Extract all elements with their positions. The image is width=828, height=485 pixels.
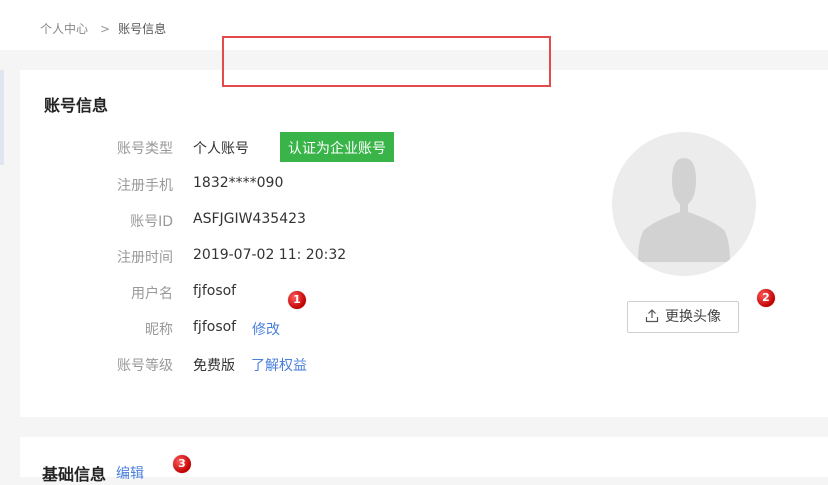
highlight-box xyxy=(222,36,551,87)
account-info-card: 账号信息 账号类型 个人账号 认证为企业账号 注册手机 1832****090 … xyxy=(20,70,828,417)
field-value: fjfosof xyxy=(193,319,237,335)
default-user-icon xyxy=(612,132,756,276)
basic-info-card: 基础信息 编辑 xyxy=(20,437,828,484)
annotation-badge-2: 2 xyxy=(757,289,775,307)
edit-basic-info-link[interactable]: 编辑 xyxy=(116,463,144,483)
field-label: 昵称 xyxy=(145,322,173,338)
breadcrumb-current: 账号信息 xyxy=(118,22,167,36)
annotation-badge-3: 3 xyxy=(173,455,191,473)
sidebar-edge xyxy=(0,70,4,165)
field-label: 账号类型 xyxy=(117,141,173,157)
learn-benefits-link[interactable]: 了解权益 xyxy=(251,355,307,375)
breadcrumb: 个人中心 > 账号信息 xyxy=(40,20,166,37)
avatar xyxy=(612,132,756,276)
field-label: 账号等级 xyxy=(117,358,173,374)
change-avatar-label: 更换头像 xyxy=(665,309,721,325)
field-label: 用户名 xyxy=(131,286,173,302)
change-avatar-button[interactable]: 更换头像 xyxy=(627,301,739,333)
field-value: 个人账号 xyxy=(193,141,249,157)
field-label: 注册手机 xyxy=(117,178,173,194)
edit-nickname-link[interactable]: 修改 xyxy=(252,319,280,339)
breadcrumb-separator: > xyxy=(100,22,111,36)
field-label: 账号ID xyxy=(130,214,173,230)
field-value: 1832****090 xyxy=(193,175,284,191)
field-value: 2019-07-02 11: 20:32 xyxy=(193,247,347,263)
field-value: 免费版 xyxy=(193,358,235,374)
breadcrumb-root[interactable]: 个人中心 xyxy=(40,22,88,36)
basic-info-title: 基础信息 xyxy=(42,465,107,484)
card-title: 账号信息 xyxy=(44,96,109,115)
field-label: 注册时间 xyxy=(117,250,173,266)
annotation-badge-1: 1 xyxy=(288,291,306,309)
certify-enterprise-button[interactable]: 认证为企业账号 xyxy=(280,132,394,162)
upload-icon xyxy=(645,304,659,334)
field-value: ASFJGIW435423 xyxy=(193,211,306,227)
field-value: fjfosof xyxy=(193,283,237,299)
